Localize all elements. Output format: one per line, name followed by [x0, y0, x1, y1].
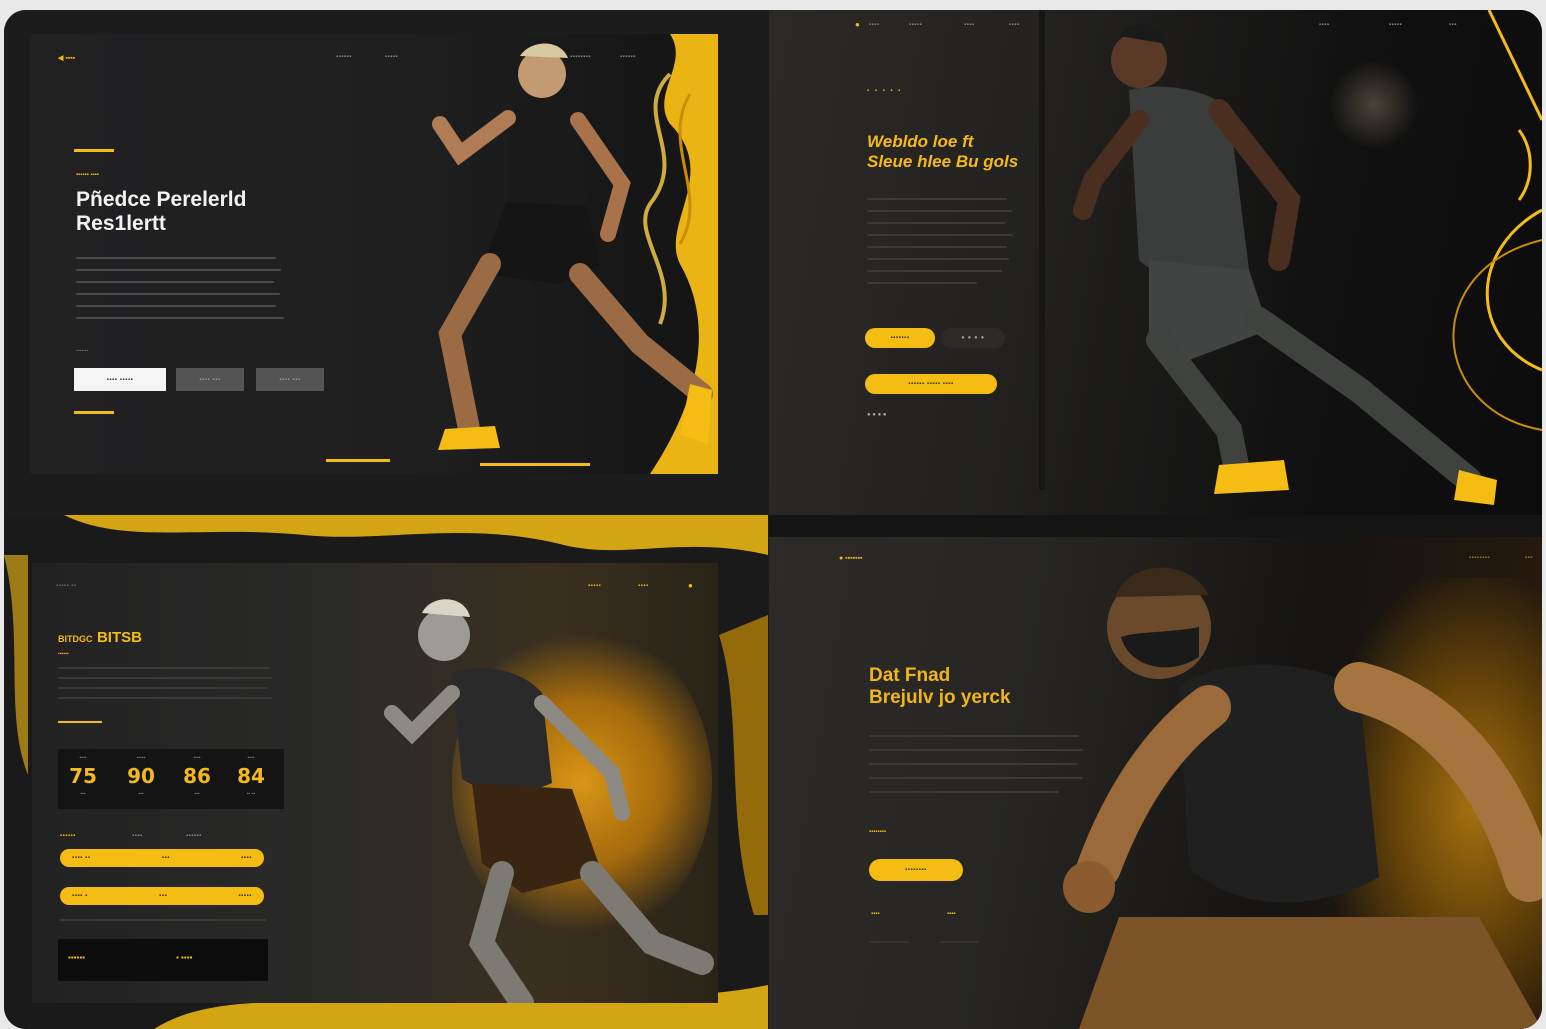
- stat-1: ▪▪▪▪ 75 ▪▪▪: [69, 755, 97, 797]
- nav-link-3[interactable]: ▪▪▪▪: [964, 22, 975, 28]
- tab-1[interactable]: ▪▪▪▪▪▪: [60, 833, 76, 839]
- accent-bar: [58, 721, 102, 723]
- mini-label-2: ▪▪▪▪: [947, 911, 956, 917]
- logo[interactable]: ◀ ▪▪▪▪: [58, 54, 75, 62]
- floor-bar-1: [326, 459, 390, 462]
- dots-button[interactable]: ● ● ● ●: [941, 328, 1005, 348]
- hero-title: BITDGC BITSB: [58, 629, 142, 646]
- bottom-accent-bar: [74, 411, 114, 414]
- mini-line-1: [869, 941, 909, 943]
- runner-image: [1073, 24, 1497, 505]
- hero-subtitle: ▪▪▪▪▪▪: [58, 651, 69, 657]
- floor-bar-2: [480, 463, 590, 466]
- mini-label-1: ▪▪▪▪: [871, 911, 880, 917]
- collage-frame: ◀ ▪▪▪▪ ▪▪▪▪▪▪ ▪▪▪▪▪ ▪▪▪▪▪▪ ▪▪ ▪▪▪▪▪▪ ▪▪▪▪…: [4, 10, 1542, 1029]
- footer-card: ▪▪▪▪▪▪ ▪ ▪▪▪▪: [58, 939, 268, 981]
- tertiary-button[interactable]: ▪▪▪▪ ▪▪▪: [256, 368, 324, 391]
- footer-left: ▪▪▪▪▪▪: [68, 953, 86, 962]
- hero-title: Webldo loe ft Sleue hlee Bu gols: [867, 132, 1019, 171]
- stat-3: ▪▪▪▪ 86 ▪▪▪: [183, 755, 211, 797]
- hero-title: Pñedce Perelerld Res1lertt: [76, 188, 247, 236]
- runner-image: [432, 43, 713, 450]
- footer-right: ▪ ▪▪▪▪: [176, 953, 193, 962]
- accent-bar: [74, 149, 114, 152]
- runner-image: [384, 599, 714, 1003]
- eyebrow: ▪ ▪ ▪ ▪ ▪: [867, 88, 903, 94]
- stat-4: ▪▪▪▪ 84 ▪▪ ▪▪: [237, 755, 265, 797]
- primary-button[interactable]: ▪▪▪▪ ▪▪▪▪▪: [74, 368, 166, 391]
- mini-line-2: [939, 941, 979, 943]
- panel-landing-1: ◀ ▪▪▪▪ ▪▪▪▪▪▪ ▪▪▪▪▪ ▪▪▪▪▪▪ ▪▪ ▪▪▪▪▪▪ ▪▪▪▪…: [4, 10, 768, 515]
- nav-link-4[interactable]: ▪▪▪▪: [1009, 22, 1020, 28]
- panel-landing-4: ● ▪▪▪▪▪▪▪ ▪▪▪▪▪▪▪▪ ▪▪▪ Dat Fnad Brejulv …: [769, 515, 1542, 1029]
- tab-2[interactable]: ▪▪▪▪: [132, 833, 143, 839]
- stats-card: ▪▪▪▪ 75 ▪▪▪ ▪▪▪▪▪ 90 ▪▪▪ ▪▪▪▪ 86 ▪▪▪ ▪▪▪…: [58, 749, 284, 809]
- divider: [60, 919, 266, 921]
- mockup-3: ▪▪▪▪▪ ▪▪ ▪▪▪▪▪ ▪▪▪▪ ● BITDGC BITSB ▪▪▪▪▪…: [32, 563, 718, 1003]
- nav-link-1[interactable]: ▪▪▪▪: [869, 22, 880, 28]
- cta-caption: ▪▪▪▪▪▪▪▪: [869, 829, 887, 835]
- logo[interactable]: ● ▪▪▪▪▪▪▪: [839, 555, 863, 562]
- hero-title: Dat Fnad Brejulv jo yerck: [869, 665, 1011, 708]
- progress-bar-2[interactable]: ▪▪▪▪ ▪ ▪▪▪ ▪▪▪▪▪: [60, 887, 264, 905]
- mockup-1: ◀ ▪▪▪▪ ▪▪▪▪▪▪ ▪▪▪▪▪ ▪▪▪▪▪▪ ▪▪ ▪▪▪▪▪▪ ▪▪▪▪…: [30, 34, 718, 474]
- cta-caption: ▪▪▪▪▪▪▪: [76, 348, 89, 354]
- tab-3[interactable]: ▪▪▪▪▪▪: [186, 833, 202, 839]
- nav-brand[interactable]: ▪▪▪▪▪ ▪▪: [56, 583, 77, 589]
- primary-button[interactable]: ▪▪▪▪▪▪▪: [865, 328, 935, 348]
- progress-bar-1[interactable]: ▪▪▪▪ ▪▪ ▪▪▪ ▪▪▪▪: [60, 849, 264, 867]
- mockup-4: ● ▪▪▪▪▪▪▪ ▪▪▪▪▪▪▪▪ ▪▪▪ Dat Fnad Brejulv …: [769, 537, 1542, 1029]
- pager-dots[interactable]: ● ● ● ●: [867, 412, 887, 418]
- eyebrow: ▪▪▪▪▪▪ ▪▪▪▪: [76, 172, 99, 178]
- athlete-image: [1063, 567, 1542, 1029]
- panel-landing-3: ▪▪▪▪▪ ▪▪ ▪▪▪▪▪ ▪▪▪▪ ● BITDGC BITSB ▪▪▪▪▪…: [4, 515, 768, 1029]
- nav-logo[interactable]: ●: [855, 20, 860, 29]
- cta-button[interactable]: ▪▪▪▪▪▪▪▪: [869, 859, 963, 881]
- panel-landing-2: ● ▪▪▪▪ ▪▪▪▪▪ ▪▪▪▪ ▪▪▪▪ ▪▪▪▪ ▪▪▪▪▪ ▪▪▪ ▪ …: [769, 10, 1542, 515]
- nav-link-2[interactable]: ▪▪▪▪▪: [909, 22, 922, 28]
- wall-edge: [1039, 10, 1045, 490]
- nav-link-1[interactable]: ▪▪▪▪▪▪: [336, 54, 352, 60]
- wide-button[interactable]: ▪▪▪▪▪▪ ▪▪▪▪▪ ▪▪▪▪: [865, 374, 997, 394]
- secondary-button[interactable]: ▪▪▪▪ ▪▪▪: [176, 368, 244, 391]
- stat-2: ▪▪▪▪▪ 90 ▪▪▪: [127, 755, 155, 797]
